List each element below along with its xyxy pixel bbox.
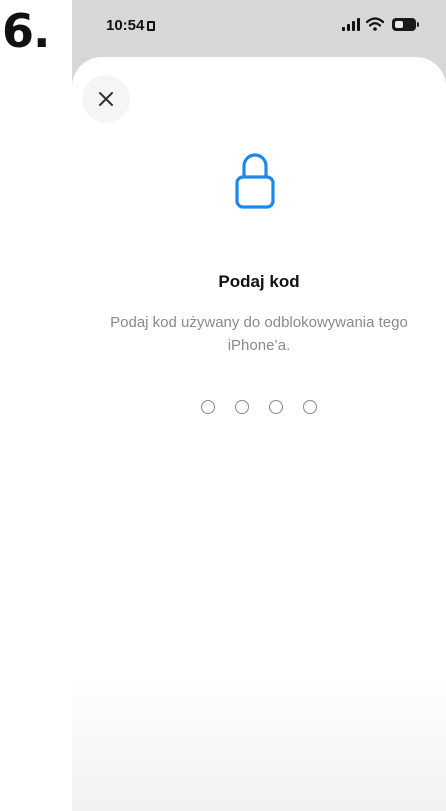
close-icon <box>99 92 113 106</box>
wifi-icon <box>366 17 384 31</box>
passcode-dot <box>235 400 249 414</box>
status-time: 10:54 <box>106 17 156 34</box>
passcode-input[interactable] <box>72 400 446 414</box>
page-subtitle: Podaj kod używany do odblokowywania tego… <box>110 314 408 354</box>
step-number: 6. <box>2 4 50 58</box>
lock-icon <box>235 153 275 209</box>
phone-screen: 10:54 Podaj kod Podaj kod używany do odb… <box>72 0 446 811</box>
status-time-text: 10:54 <box>106 17 145 34</box>
page-title: Podaj kod <box>218 272 300 291</box>
passcode-dot <box>201 400 215 414</box>
passcode-dot <box>269 400 283 414</box>
signal-icon <box>342 18 360 31</box>
battery-icon <box>392 18 419 31</box>
focus-mode-icon <box>147 21 156 31</box>
close-button[interactable] <box>82 75 130 123</box>
passcode-sheet: Podaj kod Podaj kod używany do odblokowy… <box>72 57 446 811</box>
status-bar: 10:54 <box>72 0 446 52</box>
passcode-dot <box>303 400 317 414</box>
